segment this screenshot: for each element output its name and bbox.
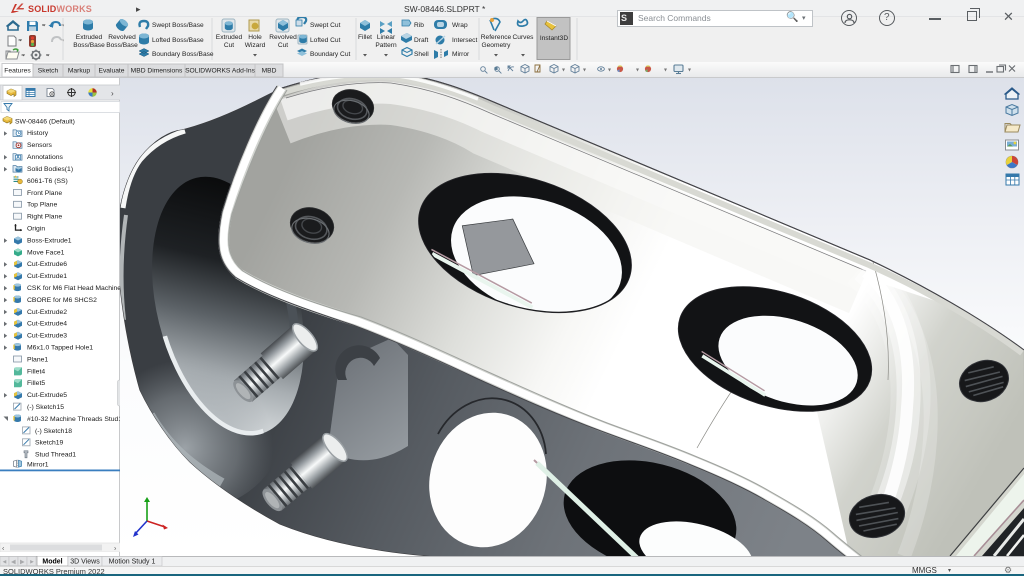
svg-text:(-) Sketch15: (-) Sketch15 <box>27 404 64 411</box>
svg-text:MBD Dimensions: MBD Dimensions <box>131 68 183 75</box>
svg-text:Motion Study 1: Motion Study 1 <box>109 559 156 566</box>
svg-text:Sketch19: Sketch19 <box>35 440 64 447</box>
svg-text:Intersect: Intersect <box>452 37 477 44</box>
svg-text:Boss/Base: Boss/Base <box>106 42 138 49</box>
svg-text:Plane1: Plane1 <box>27 356 48 363</box>
svg-text:Solid Bodies(1): Solid Bodies(1) <box>27 166 73 173</box>
svg-text:SOLIDWORKS: SOLIDWORKS <box>28 4 92 14</box>
svg-text:3D Views: 3D Views <box>70 559 100 566</box>
svg-text:Front Plane: Front Plane <box>27 190 62 197</box>
svg-text:Boundary Boss/Base: Boundary Boss/Base <box>152 51 214 58</box>
svg-text:Reference: Reference <box>481 34 512 41</box>
svg-text:Revolved: Revolved <box>108 34 136 41</box>
svg-text:Evaluate: Evaluate <box>98 68 124 75</box>
svg-text:Fillet4: Fillet4 <box>27 368 45 375</box>
svg-text:Extruded: Extruded <box>216 34 243 41</box>
svg-text:Linear: Linear <box>377 34 396 41</box>
svg-text:Pattern: Pattern <box>375 42 397 49</box>
svg-text:▾: ▾ <box>562 68 565 74</box>
svg-text:Mirror1: Mirror1 <box>27 461 49 468</box>
svg-text:Right Plane: Right Plane <box>27 214 62 221</box>
svg-text:Markup: Markup <box>68 68 91 75</box>
svg-text:Boss-Extrude1: Boss-Extrude1 <box>27 237 72 244</box>
svg-text:Draft: Draft <box>414 37 428 44</box>
svg-text:SW-08446 (Default): SW-08446 (Default) <box>15 118 75 125</box>
svg-text:#10-32 Machine Threads Stud1: #10-32 Machine Threads Stud1 <box>27 416 122 423</box>
svg-text:◀: ◀ <box>11 560 16 566</box>
svg-text:Lofted Boss/Base: Lofted Boss/Base <box>152 37 204 44</box>
svg-text:Model: Model <box>42 559 62 566</box>
svg-text:Wrap: Wrap <box>452 22 468 29</box>
svg-text:Annotations: Annotations <box>27 154 64 161</box>
svg-text:Curves: Curves <box>513 34 535 41</box>
svg-text:SOLIDWORKS Add-Ins: SOLIDWORKS Add-Ins <box>185 68 256 75</box>
svg-text:(-) Sketch18: (-) Sketch18 <box>35 428 72 435</box>
svg-text:▶: ▶ <box>20 560 25 566</box>
svg-text:Shell: Shell <box>414 51 429 58</box>
svg-text:▾: ▾ <box>688 68 691 74</box>
svg-text:A: A <box>16 155 20 161</box>
svg-text:Lofted Cut: Lofted Cut <box>310 37 341 44</box>
svg-text:Cut: Cut <box>224 42 234 49</box>
svg-text:►: ► <box>29 560 35 566</box>
svg-text:Boss/Base: Boss/Base <box>73 42 105 49</box>
svg-text:Top Plane: Top Plane <box>27 202 57 209</box>
svg-text:Swept Cut: Swept Cut <box>310 22 341 29</box>
svg-text:Cut-Extrude6: Cut-Extrude6 <box>27 261 67 268</box>
svg-text:CSK for M6 Flat Head Machine S: CSK for M6 Flat Head Machine Sc <box>27 285 122 292</box>
svg-text:Cut: Cut <box>278 42 288 49</box>
svg-text:Boundary Cut: Boundary Cut <box>310 51 350 58</box>
svg-text:Features: Features <box>4 68 31 75</box>
svg-text:▾: ▾ <box>636 68 639 74</box>
svg-text:Revolved: Revolved <box>269 34 297 41</box>
svg-text:Extruded: Extruded <box>76 34 103 41</box>
svg-text:Fillet: Fillet <box>358 34 372 41</box>
svg-text:Cut-Extrude3: Cut-Extrude3 <box>27 333 67 340</box>
svg-text:Swept Boss/Base: Swept Boss/Base <box>152 22 204 29</box>
svg-text:Sketch: Sketch <box>38 68 59 75</box>
svg-text:Stud Thread1: Stud Thread1 <box>35 452 76 459</box>
svg-text:Sensors: Sensors <box>27 142 53 149</box>
svg-text:Cut-Extrude1: Cut-Extrude1 <box>27 273 67 280</box>
svg-text:Origin: Origin <box>27 226 45 233</box>
svg-text:M6x1.0 Tapped Hole1: M6x1.0 Tapped Hole1 <box>27 345 93 352</box>
svg-text:Move Face1: Move Face1 <box>27 249 65 256</box>
svg-text:Mirror: Mirror <box>452 51 470 58</box>
svg-text:▾: ▾ <box>608 68 611 74</box>
svg-text:History: History <box>27 130 49 137</box>
svg-text:MBD: MBD <box>262 68 277 75</box>
svg-text:›: › <box>111 89 114 98</box>
svg-text:▾: ▾ <box>664 68 667 74</box>
svg-text:Rib: Rib <box>414 22 424 29</box>
svg-text:Hole: Hole <box>248 34 262 41</box>
svg-text:CBORE for M6 SHCS2: CBORE for M6 SHCS2 <box>27 297 97 304</box>
svg-text:Cut-Extrude5: Cut-Extrude5 <box>27 392 67 399</box>
svg-text:Instant3D: Instant3D <box>540 35 568 42</box>
svg-text:◄: ◄ <box>2 560 8 566</box>
svg-text:Geometry: Geometry <box>482 42 512 49</box>
svg-text:Cut-Extrude2: Cut-Extrude2 <box>27 309 67 316</box>
svg-text:6061-T6 (SS): 6061-T6 (SS) <box>27 178 68 185</box>
svg-text:▾: ▾ <box>583 68 586 74</box>
svg-text:Cut-Extrude4: Cut-Extrude4 <box>27 321 67 328</box>
svg-text:Fillet5: Fillet5 <box>27 380 45 387</box>
svg-text:Wizard: Wizard <box>245 42 266 49</box>
